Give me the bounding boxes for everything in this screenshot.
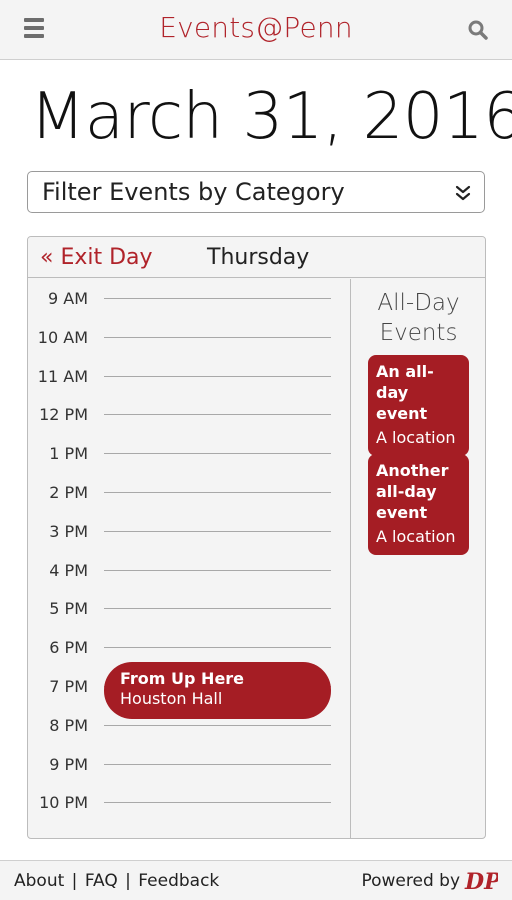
link-separator: | (119, 871, 137, 891)
hour-gridline (104, 492, 331, 493)
all-day-heading: All-Day Events (377, 290, 460, 346)
hour-label: 10 PM (39, 793, 88, 813)
weekday-label: Thursday (207, 245, 310, 270)
category-filter-select[interactable]: Filter Events by Category (27, 171, 485, 213)
all-day-event-location: A location (376, 428, 456, 447)
hour-row: 8 PM (28, 716, 350, 736)
all-day-event[interactable]: Another all-day event A location (368, 454, 469, 555)
calendar-header: « Exit Day Thursday (28, 237, 485, 278)
top-bar: Events@Penn (0, 0, 512, 60)
hour-label: 6 PM (49, 638, 88, 658)
hour-row: 9 PM (28, 755, 350, 775)
day-calendar: « Exit Day Thursday 9 AM 10 AM 11 AM 12 PM 1… (27, 236, 486, 839)
svg-text:DP: DP (464, 869, 498, 894)
hour-row: 11 AM (28, 367, 350, 387)
search-icon[interactable] (466, 18, 490, 42)
feedback-link[interactable]: Feedback (138, 871, 219, 891)
hour-label: 1 PM (49, 444, 88, 464)
hour-label: 4 PM (49, 560, 88, 580)
about-link[interactable]: About (14, 871, 64, 891)
faq-link[interactable]: FAQ (85, 871, 118, 891)
all-day-event-title: An all-day event (376, 362, 434, 423)
hour-gridline (104, 375, 331, 377)
hour-row: 9 AM (28, 289, 350, 309)
hour-label: 11 AM (37, 366, 88, 386)
hour-gridline (104, 453, 331, 455)
hour-row: 5 PM (28, 599, 350, 619)
hour-row: 2 PM (28, 483, 350, 503)
hour-gridline (104, 724, 331, 726)
hourly-timeline: 9 AM 10 AM 11 AM 12 PM 1 PM 2 PM 3 PM 4 PM 5 PM 6… (28, 279, 350, 838)
hour-label: 9 PM (49, 754, 88, 774)
hour-gridline (104, 530, 331, 532)
hour-label: 9 AM (47, 289, 88, 308)
hour-row: 3 PM (28, 522, 350, 542)
exit-day-link[interactable]: « Exit Day (40, 245, 153, 270)
hour-label: 8 PM (49, 715, 88, 735)
hour-label: 2 PM (49, 483, 88, 502)
all-day-event-location: A location (376, 527, 456, 546)
link-separator: | (66, 871, 83, 891)
hour-gridline (104, 569, 331, 571)
hour-label: 7 PM (49, 677, 88, 696)
hour-gridline (104, 608, 331, 610)
hour-row: 10 AM (28, 328, 350, 348)
dp-logo[interactable]: DP (464, 868, 498, 894)
footer-links: About | FAQ | Feedback (14, 871, 219, 891)
date-heading: March 31, 2016 (30, 80, 512, 154)
all-day-column: All-Day Events An all-day event A locatio… (350, 279, 485, 838)
hour-gridline (104, 647, 331, 649)
hour-gridline (104, 298, 331, 299)
hour-label: 3 PM (49, 521, 88, 541)
app-title[interactable]: Events@Penn (0, 11, 512, 44)
all-day-event[interactable]: An all-day event A location (368, 355, 469, 456)
hour-label: 10 AM (37, 327, 88, 347)
hour-row: 1 PM (28, 444, 350, 464)
hour-label: 5 PM (49, 599, 88, 619)
powered-by-label: Powered by (361, 871, 460, 891)
hour-gridline (104, 414, 331, 416)
filter-label: Filter Events by Category (42, 178, 345, 206)
hour-row: 12 PM (28, 405, 350, 425)
event-title: From Up Here (120, 669, 245, 688)
hour-row: 10 PM (28, 793, 350, 813)
all-day-event-title: Another all-day event (376, 461, 449, 522)
hour-gridline (104, 336, 331, 338)
hour-gridline (104, 763, 331, 765)
hour-row: 4 PM (28, 561, 350, 581)
hour-label: 12 PM (39, 405, 88, 425)
timed-event[interactable]: From Up Here Houston Hall (104, 662, 331, 719)
hour-gridline (104, 802, 331, 804)
hour-row: 6 PM (28, 638, 350, 658)
footer: About | FAQ | Feedback Powered by DP (0, 860, 512, 900)
double-chevron-down-icon (455, 185, 471, 201)
event-location: Houston Hall (120, 689, 223, 708)
